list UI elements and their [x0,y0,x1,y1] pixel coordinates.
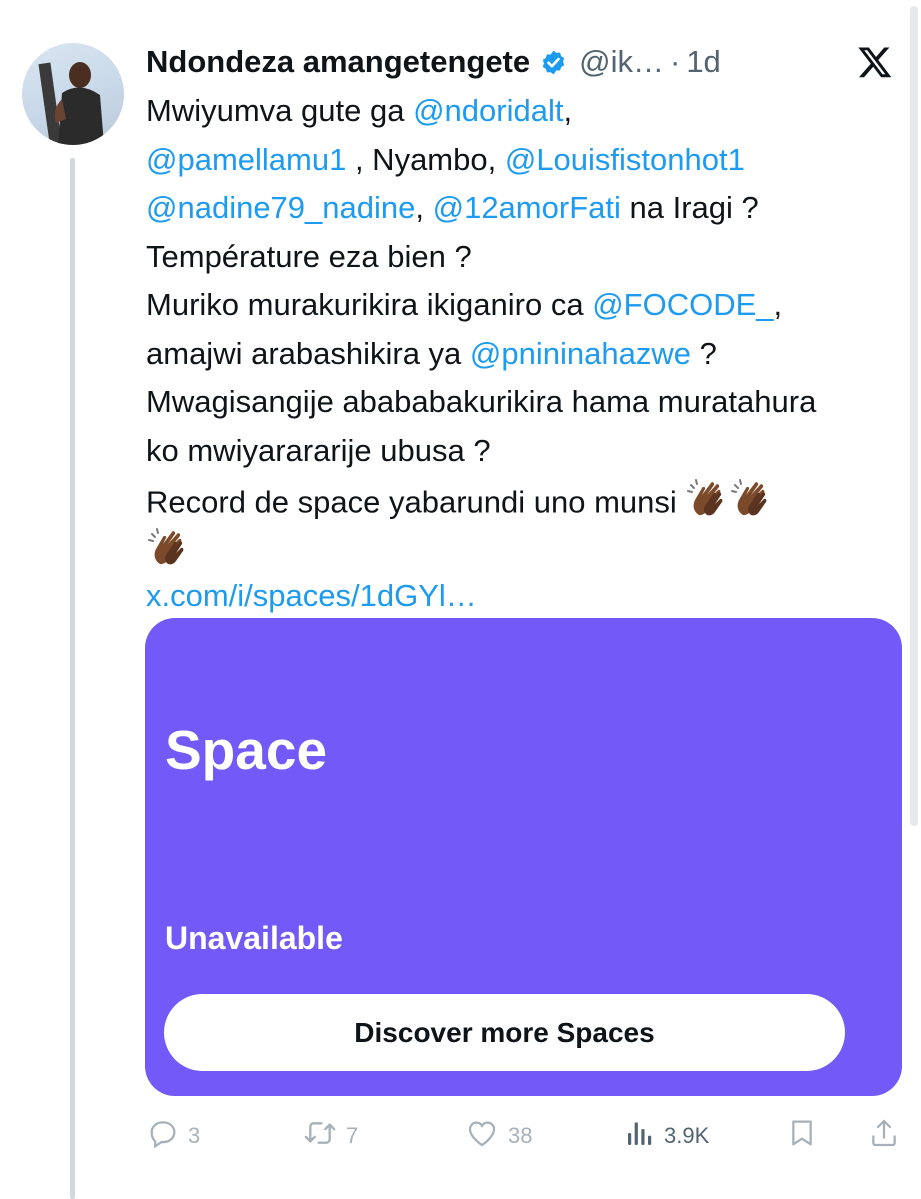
separator: · [669,44,681,79]
mention-link[interactable]: @12amorFati [433,190,621,225]
mention-link[interactable]: @FOCODE_ [592,287,773,322]
bookmark-button[interactable] [786,1116,818,1156]
tweet-text-segment: , [773,287,783,322]
tweet-line: ko mwiyarararije ubusa ? [146,427,906,476]
clapping-hands-icon [729,475,773,534]
tweet-line [146,524,906,573]
tweet-text-segment: Mwiyumva gute ga [146,93,414,128]
tweet-text-segment: Record de space yabarundi uno munsi [146,484,686,520]
tweet-text-segment: Muriko murakurikira ikiganiro ca [146,287,593,322]
mention-link[interactable]: @pamellamu1 [146,142,346,177]
tweet-text-segment: Mwagisangije abababakurikira hama murata… [146,384,817,419]
x-logo-icon[interactable] [857,44,893,88]
thread-line [70,158,75,1199]
verified-badge-icon [540,49,567,76]
tweet-text-segment: ko mwiyarararije ubusa ? [146,432,491,468]
scrollbar[interactable] [910,6,918,826]
display-name[interactable]: Ndondeza amangetengete [146,44,530,80]
mention-link[interactable]: @ndoridalt [413,93,563,128]
handle[interactable]: @ik… [579,44,664,80]
views-icon [624,1117,656,1155]
reply-button[interactable]: 3 [146,1116,200,1156]
reply-count: 3 [188,1123,201,1148]
bookmark-icon [786,1116,818,1156]
mention-link[interactable]: @Louisfistonhot1 [505,142,745,177]
discover-more-spaces-button[interactable]: Discover more Spaces [164,994,845,1071]
tweet-line: x.com/i/spaces/1dGYl… [146,572,906,621]
space-status: Unavailable [165,920,343,956]
views-button[interactable]: 3.9K [624,1116,709,1156]
tweet-line: Record de space yabarundi uno munsi [146,475,906,524]
repost-icon [302,1116,338,1156]
tweet-text-segment: amajwi arabashikira ya [146,335,470,371]
tweet-line: @nadine79_nadine, @12amorFati na Iragi ? [146,184,906,233]
tweet-text-segment: Température eza bien ? [146,238,472,274]
like-icon [464,1116,500,1156]
tweet-text: Mwiyumva gute ga @ndoridalt, @pamellamu1 … [146,87,906,621]
tweet-line: amajwi arabashikira ya @pnininahazwe ? [146,330,906,379]
space-card[interactable]: Space Unavailable Discover more Spaces [145,618,902,1096]
space-title: Space [165,719,328,781]
tweet-text-segment: , Nyambo, [346,141,505,177]
reply-icon [146,1116,180,1156]
mention-link[interactable]: @pnininahazwe [470,336,691,371]
like-button[interactable]: 38 [464,1116,532,1156]
tweet-header: Ndondeza amangetengete @ik… · 1d [146,40,907,84]
clapping-hands-icon [685,475,729,534]
tweet-line: Mwagisangije abababakurikira hama murata… [146,378,906,427]
views-count: 3.9K [664,1123,710,1148]
mention-link[interactable]: @nadine79_nadine [146,190,415,225]
avatar[interactable] [22,43,124,145]
like-count: 38 [508,1123,533,1148]
share-button[interactable] [868,1116,900,1156]
repost-button[interactable]: 7 [302,1116,358,1156]
tweet-text-segment: ? [690,335,717,371]
share-icon [868,1116,900,1156]
tweet-text-segment: na Iragi ? [620,190,759,225]
tweet-text-segment: , [563,93,573,128]
tweet-line: Mwiyumva gute ga @ndoridalt, [146,87,906,136]
space-url-link[interactable]: x.com/i/spaces/1dGYl… [146,578,477,613]
repost-count: 7 [346,1123,359,1148]
tweet-line: Muriko murakurikira ikiganiro ca @FOCODE… [146,281,906,330]
tweet-actions: 3 7 38 3.9K [146,1116,906,1156]
tweet-text-segment: , [415,190,433,225]
tweet-line: @pamellamu1 , Nyambo, @Louisfistonhot1 [146,136,906,185]
timestamp[interactable]: 1d [686,44,720,80]
tweet-view: Ndondeza amangetengete @ik… · 1d Mwiyumv… [0,0,921,1199]
tweet-line: Température eza bien ? [146,233,906,282]
